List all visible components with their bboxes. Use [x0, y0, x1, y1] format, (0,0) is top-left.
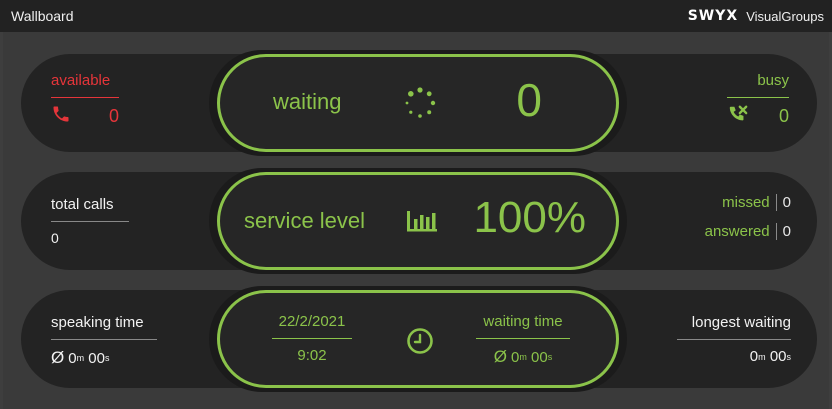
spinner-icon [402, 85, 438, 126]
longest-waiting-block: longest waiting 0m 00 s [677, 314, 791, 365]
time-row: speaking time Ø 0m 00 s 22/2/2021 9:02 w… [21, 286, 817, 392]
busy-phone-icon [727, 104, 749, 129]
speaking-time-block: speaking time Ø 0m 00 s [51, 314, 157, 368]
brand: SWYX VisualGroups [688, 8, 824, 24]
available-label: available [51, 72, 111, 89]
bar-chart-icon [406, 209, 438, 238]
status-row: available 0 waiting 0 busy 0 [21, 50, 817, 156]
window-title: Wallboard [11, 8, 74, 24]
service-row: total calls 0 service level 100% missed … [21, 168, 817, 274]
clock-icon [406, 327, 434, 360]
speaking-time-divider [51, 339, 157, 340]
busy-divider [727, 97, 789, 98]
longest-waiting-value: 0m 00 s [749, 348, 791, 365]
service-level-value: 100% [473, 193, 586, 242]
waiting-label: waiting [273, 89, 342, 114]
available-divider [51, 97, 119, 98]
speaking-time-label: speaking time [51, 314, 144, 331]
date-value: 22/2/2021 [278, 313, 346, 330]
date-time-block: 22/2/2021 9:02 [272, 313, 352, 364]
service-level-label: service level [244, 208, 366, 233]
service-level-pill: service level 100% [217, 172, 619, 270]
answered-label: answered [704, 223, 770, 240]
waiting-count: 0 [516, 74, 542, 126]
waiting-time-block: waiting time Ø 0m 00 s [476, 313, 570, 367]
wallboard-app: Wallboard SWYX VisualGroups available 0 … [0, 0, 832, 409]
available-block: available 0 [51, 72, 119, 129]
longest-waiting-label: longest waiting [691, 314, 791, 331]
missed-label: missed [722, 194, 770, 211]
total-calls-block: total calls 0 [51, 196, 129, 246]
phone-icon [51, 104, 71, 129]
missed-answered-block: missed 0 answered 0 [705, 194, 791, 240]
busy-label: busy [757, 72, 789, 89]
available-count: 0 [108, 106, 119, 126]
busy-block: busy 0 [727, 72, 789, 129]
total-calls-label: total calls [51, 196, 114, 213]
wallboard: available 0 waiting 0 busy 0 total calls… [3, 32, 829, 409]
busy-count: 0 [778, 106, 789, 126]
brand-logo: SWYX [687, 8, 739, 24]
answered-value: 0 [775, 223, 791, 240]
waiting-pill: waiting 0 [217, 54, 619, 152]
time-value: 9:02 [297, 347, 327, 364]
brand-name: VisualGroups [746, 8, 824, 24]
waiting-time-label: waiting time [483, 313, 563, 330]
total-calls-value: 0 [51, 230, 59, 246]
speaking-time-value: Ø 0m 00 s [51, 348, 110, 367]
waiting-time-value: Ø 0m 00 s [493, 347, 553, 366]
waiting-time-divider [476, 338, 570, 339]
date-time-pill: 22/2/2021 9:02 waiting time Ø 0m 00 s [217, 290, 619, 388]
longest-waiting-divider [677, 339, 791, 340]
total-calls-divider [51, 221, 129, 222]
date-divider [272, 338, 352, 339]
title-bar: Wallboard SWYX VisualGroups [0, 0, 832, 32]
missed-value: 0 [775, 194, 791, 211]
